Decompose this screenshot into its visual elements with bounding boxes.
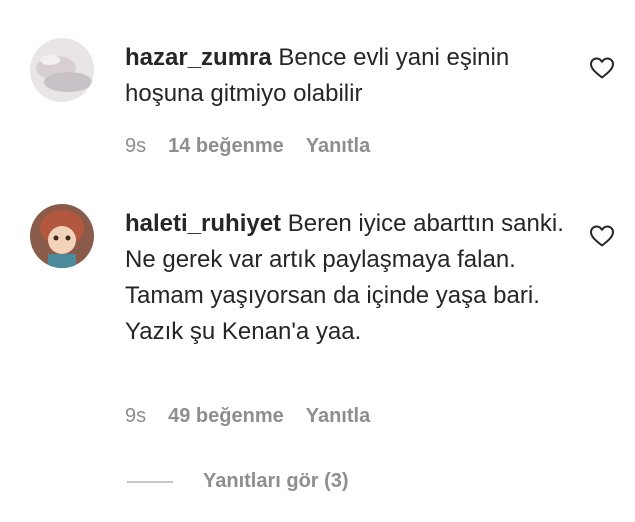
view-replies-label[interactable]: Yanıtları gör (3) [203,470,349,493]
heart-icon[interactable] [589,56,615,80]
reply-button[interactable]: Yanıtla [306,135,370,158]
comment-likes[interactable]: 14 beğenme [168,135,284,158]
heart-icon[interactable] [589,224,615,248]
reply-button[interactable]: Yanıtla [306,405,370,428]
comment-time[interactable]: 9s [125,405,146,428]
view-replies-button[interactable]: Yanıtları gör (3) [127,470,349,493]
avatar[interactable] [30,204,94,268]
comment-meta: 9s 14 beğenme Yanıtla [125,135,370,158]
comment-time[interactable]: 9s [125,135,146,158]
avatar[interactable] [30,38,94,102]
comment-text: haleti_ruhiyet Beren iyice abarttın sank… [125,206,565,350]
comment-text: hazar_zumra Bence evli yani eşinin hoşun… [125,40,565,112]
comment-username[interactable]: haleti_ruhiyet [125,210,281,237]
comment-likes[interactable]: 49 beğenme [168,405,284,428]
replies-divider [127,480,173,483]
comment-username[interactable]: hazar_zumra [125,44,272,71]
comment-meta: 9s 49 beğenme Yanıtla [125,405,370,428]
